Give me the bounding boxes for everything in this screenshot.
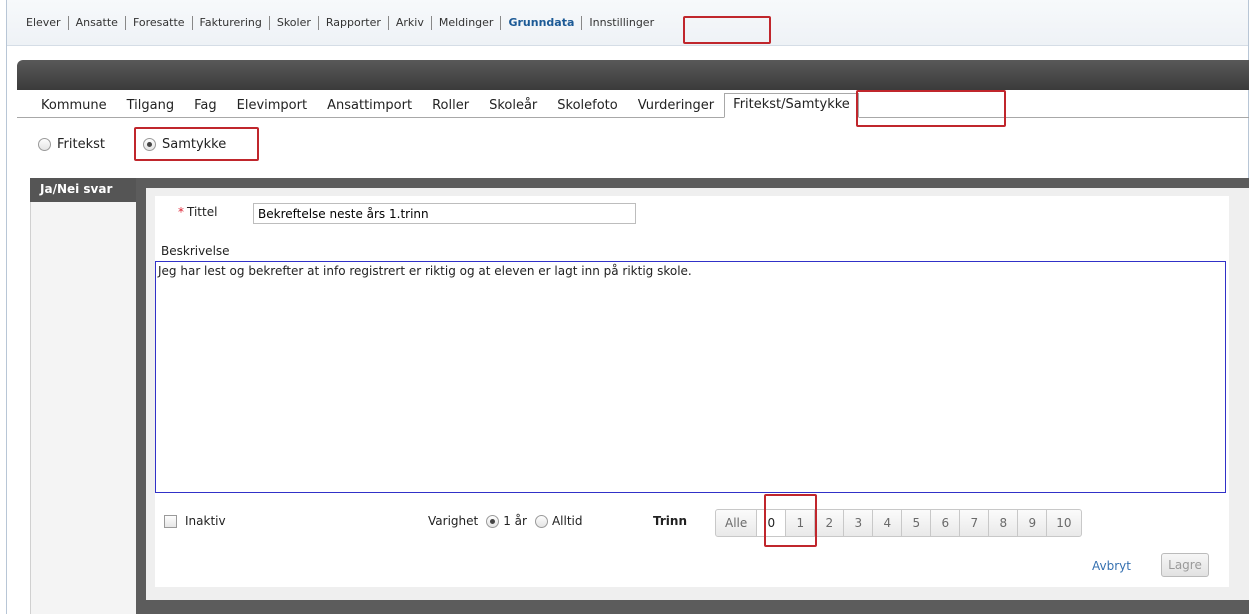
trinn-button-alle[interactable]: Alle: [715, 509, 758, 537]
title-label-text: Tittel: [187, 205, 218, 219]
fritekst-radio[interactable]: [38, 138, 51, 151]
varighet-label: Varighet: [428, 514, 479, 528]
tab-kommune[interactable]: Kommune: [31, 98, 117, 117]
inactive-label: Inaktiv: [185, 514, 226, 528]
title-label: * Tittel: [178, 205, 217, 219]
samtykke-label: Samtykke: [161, 137, 227, 152]
varighet-alltid-label: Alltid: [551, 514, 583, 528]
top-navigation: Elever Ansatte Foresatte Fakturering Sko…: [7, 0, 1248, 46]
nav-item-fakturering[interactable]: Fakturering: [193, 15, 270, 30]
mode-samtykke[interactable]: Samtykke: [142, 137, 227, 152]
grunndata-tabs: Kommune Tilgang Fag Elevimport Ansattimp…: [17, 90, 1249, 118]
title-input[interactable]: [253, 203, 636, 224]
tab-fritekst-samtykke[interactable]: Fritekst/Samtykke: [724, 93, 859, 118]
varighet-1ar-label: 1 år: [503, 514, 527, 528]
tab-skolefoto[interactable]: Skolefoto: [547, 98, 627, 117]
save-button[interactable]: Lagre: [1161, 553, 1209, 577]
trinn-button-5[interactable]: 5: [901, 509, 932, 537]
nav-item-ansatte[interactable]: Ansatte: [69, 15, 126, 30]
window-left-border: [6, 0, 7, 614]
tab-roller[interactable]: Roller: [422, 98, 479, 117]
inactive-option[interactable]: Inaktiv: [164, 514, 226, 528]
required-marker: *: [178, 205, 184, 219]
cancel-link[interactable]: Avbryt: [1092, 559, 1131, 573]
varighet-alltid-radio[interactable]: [534, 514, 548, 528]
trinn-button-3[interactable]: 3: [843, 509, 874, 537]
trinn-button-6[interactable]: 6: [930, 509, 961, 537]
section-header-bar: [17, 60, 1249, 90]
mode-selector: Fritekst Samtykke: [38, 137, 226, 152]
fritekst-label: Fritekst: [57, 137, 105, 152]
nav-item-skoler[interactable]: Skoler: [270, 15, 319, 30]
tab-vurderinger[interactable]: Vurderinger: [628, 98, 724, 117]
trinn-selector: Alle 0 1 2 3 4 5 6 7 8 9 10: [715, 509, 1082, 537]
trinn-button-8[interactable]: 8: [988, 509, 1019, 537]
trinn-button-10[interactable]: 10: [1046, 509, 1082, 537]
description-label: Beskrivelse: [161, 244, 230, 258]
tab-skolear[interactable]: Skoleår: [479, 98, 547, 117]
nav-item-elever[interactable]: Elever: [19, 15, 69, 30]
side-tab-ja-nei-svar[interactable]: Ja/Nei svar: [30, 178, 136, 202]
varighet-1ar-radio[interactable]: [486, 514, 500, 528]
side-tab-pane: [30, 202, 136, 614]
tab-fag[interactable]: Fag: [184, 98, 227, 117]
nav-item-meldinger[interactable]: Meldinger: [432, 15, 502, 30]
tab-ansattimport[interactable]: Ansattimport: [317, 98, 422, 117]
description-text: Jeg har lest og bekrefter at info regist…: [158, 264, 692, 278]
trinn-label: Trinn: [653, 514, 687, 528]
trinn-button-7[interactable]: 7: [959, 509, 990, 537]
trinn-button-1[interactable]: 1: [785, 509, 816, 537]
tab-elevimport[interactable]: Elevimport: [227, 98, 317, 117]
description-textarea[interactable]: Jeg har lest og bekrefter at info regist…: [155, 261, 1226, 493]
trinn-button-2[interactable]: 2: [814, 509, 845, 537]
nav-item-rapporter[interactable]: Rapporter: [319, 15, 389, 30]
trinn-button-4[interactable]: 4: [872, 509, 903, 537]
trinn-button-9[interactable]: 9: [1017, 509, 1048, 537]
trinn-button-0[interactable]: 0: [756, 509, 787, 537]
inactive-checkbox[interactable]: [164, 514, 177, 528]
samtykke-radio[interactable]: [142, 138, 156, 151]
nav-item-innstillinger[interactable]: Innstillinger: [582, 16, 661, 30]
nav-item-foresatte[interactable]: Foresatte: [126, 15, 193, 30]
nav-item-arkiv[interactable]: Arkiv: [389, 15, 432, 30]
nav-item-grunndata[interactable]: Grunndata: [501, 15, 583, 30]
tab-tilgang[interactable]: Tilgang: [117, 98, 184, 117]
varighet-selector: Varighet 1 år Alltid: [428, 514, 583, 528]
mode-fritekst[interactable]: Fritekst: [38, 137, 105, 152]
